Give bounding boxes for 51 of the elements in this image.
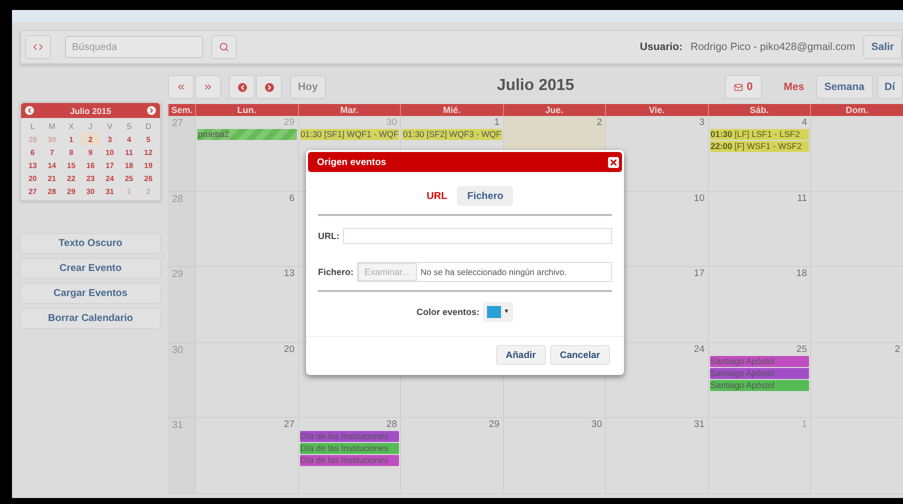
week-number: 31 — [172, 420, 184, 432]
day-number: 2 — [894, 344, 900, 356]
file-status: No se ha seleccionado ningún archivo. — [420, 267, 567, 277]
day-number: 29 — [488, 419, 500, 432]
weekday-label: X — [68, 120, 75, 132]
column-header: Mar. — [298, 104, 400, 116]
user-label: Usuario: — [640, 41, 682, 53]
user-name: Rodrigo Pico - piko428@gmail.com — [690, 41, 856, 53]
day-number: 30 — [591, 419, 602, 432]
column-header: Dom. — [810, 104, 903, 116]
day-number: 27 — [284, 419, 294, 432]
day-number: 2 — [596, 117, 602, 129]
column-header: Sáb. — [708, 104, 810, 116]
mini-calendar-title: Julio 2015 — [70, 106, 112, 116]
weekday-label: J — [87, 120, 94, 132]
week-number: 28 — [172, 194, 184, 205]
week-number: 27 — [172, 118, 184, 129]
column-header: Sem. — [168, 104, 195, 116]
day-number: 1 — [802, 419, 807, 432]
day-number: 31 — [694, 419, 704, 432]
day-number: 13 — [284, 268, 294, 280]
dialog-title: Origen eventos — [317, 156, 386, 168]
column-header: Lun. — [195, 104, 298, 116]
week-number: 29 — [172, 269, 184, 280]
file-label: Fichero: — [318, 267, 354, 277]
calendar-title: Julio 2015 — [496, 77, 574, 95]
week-number: 30 — [172, 344, 184, 356]
day-number: 18 — [796, 268, 807, 280]
day-number: 11 — [797, 192, 807, 205]
weekday-label: L — [29, 120, 36, 132]
day-number: 25 — [796, 344, 807, 356]
day-number: 6 — [289, 192, 294, 205]
weekday-label: D — [144, 120, 152, 132]
day-number: 24 — [694, 344, 704, 356]
weekday-label: V — [106, 120, 114, 132]
day-number: 29 — [284, 117, 294, 129]
weekday-label: S — [125, 120, 133, 132]
day-number: 28 — [386, 419, 397, 432]
day-number: 17 — [694, 268, 704, 280]
column-header: Mié. — [400, 104, 502, 116]
day-number: 10 — [694, 192, 704, 205]
day-number: 4 — [802, 117, 807, 129]
color-label: Color eventos: — [416, 307, 480, 317]
column-header: Vie. — [605, 104, 708, 116]
url-label: URL: — [318, 231, 340, 241]
day-number: 20 — [284, 344, 294, 356]
day-number: 3 — [699, 117, 704, 129]
day-number: 30 — [386, 117, 397, 129]
column-header: Jue. — [502, 104, 605, 116]
weekday-label: M — [48, 120, 56, 132]
day-number: 1 — [494, 117, 500, 129]
